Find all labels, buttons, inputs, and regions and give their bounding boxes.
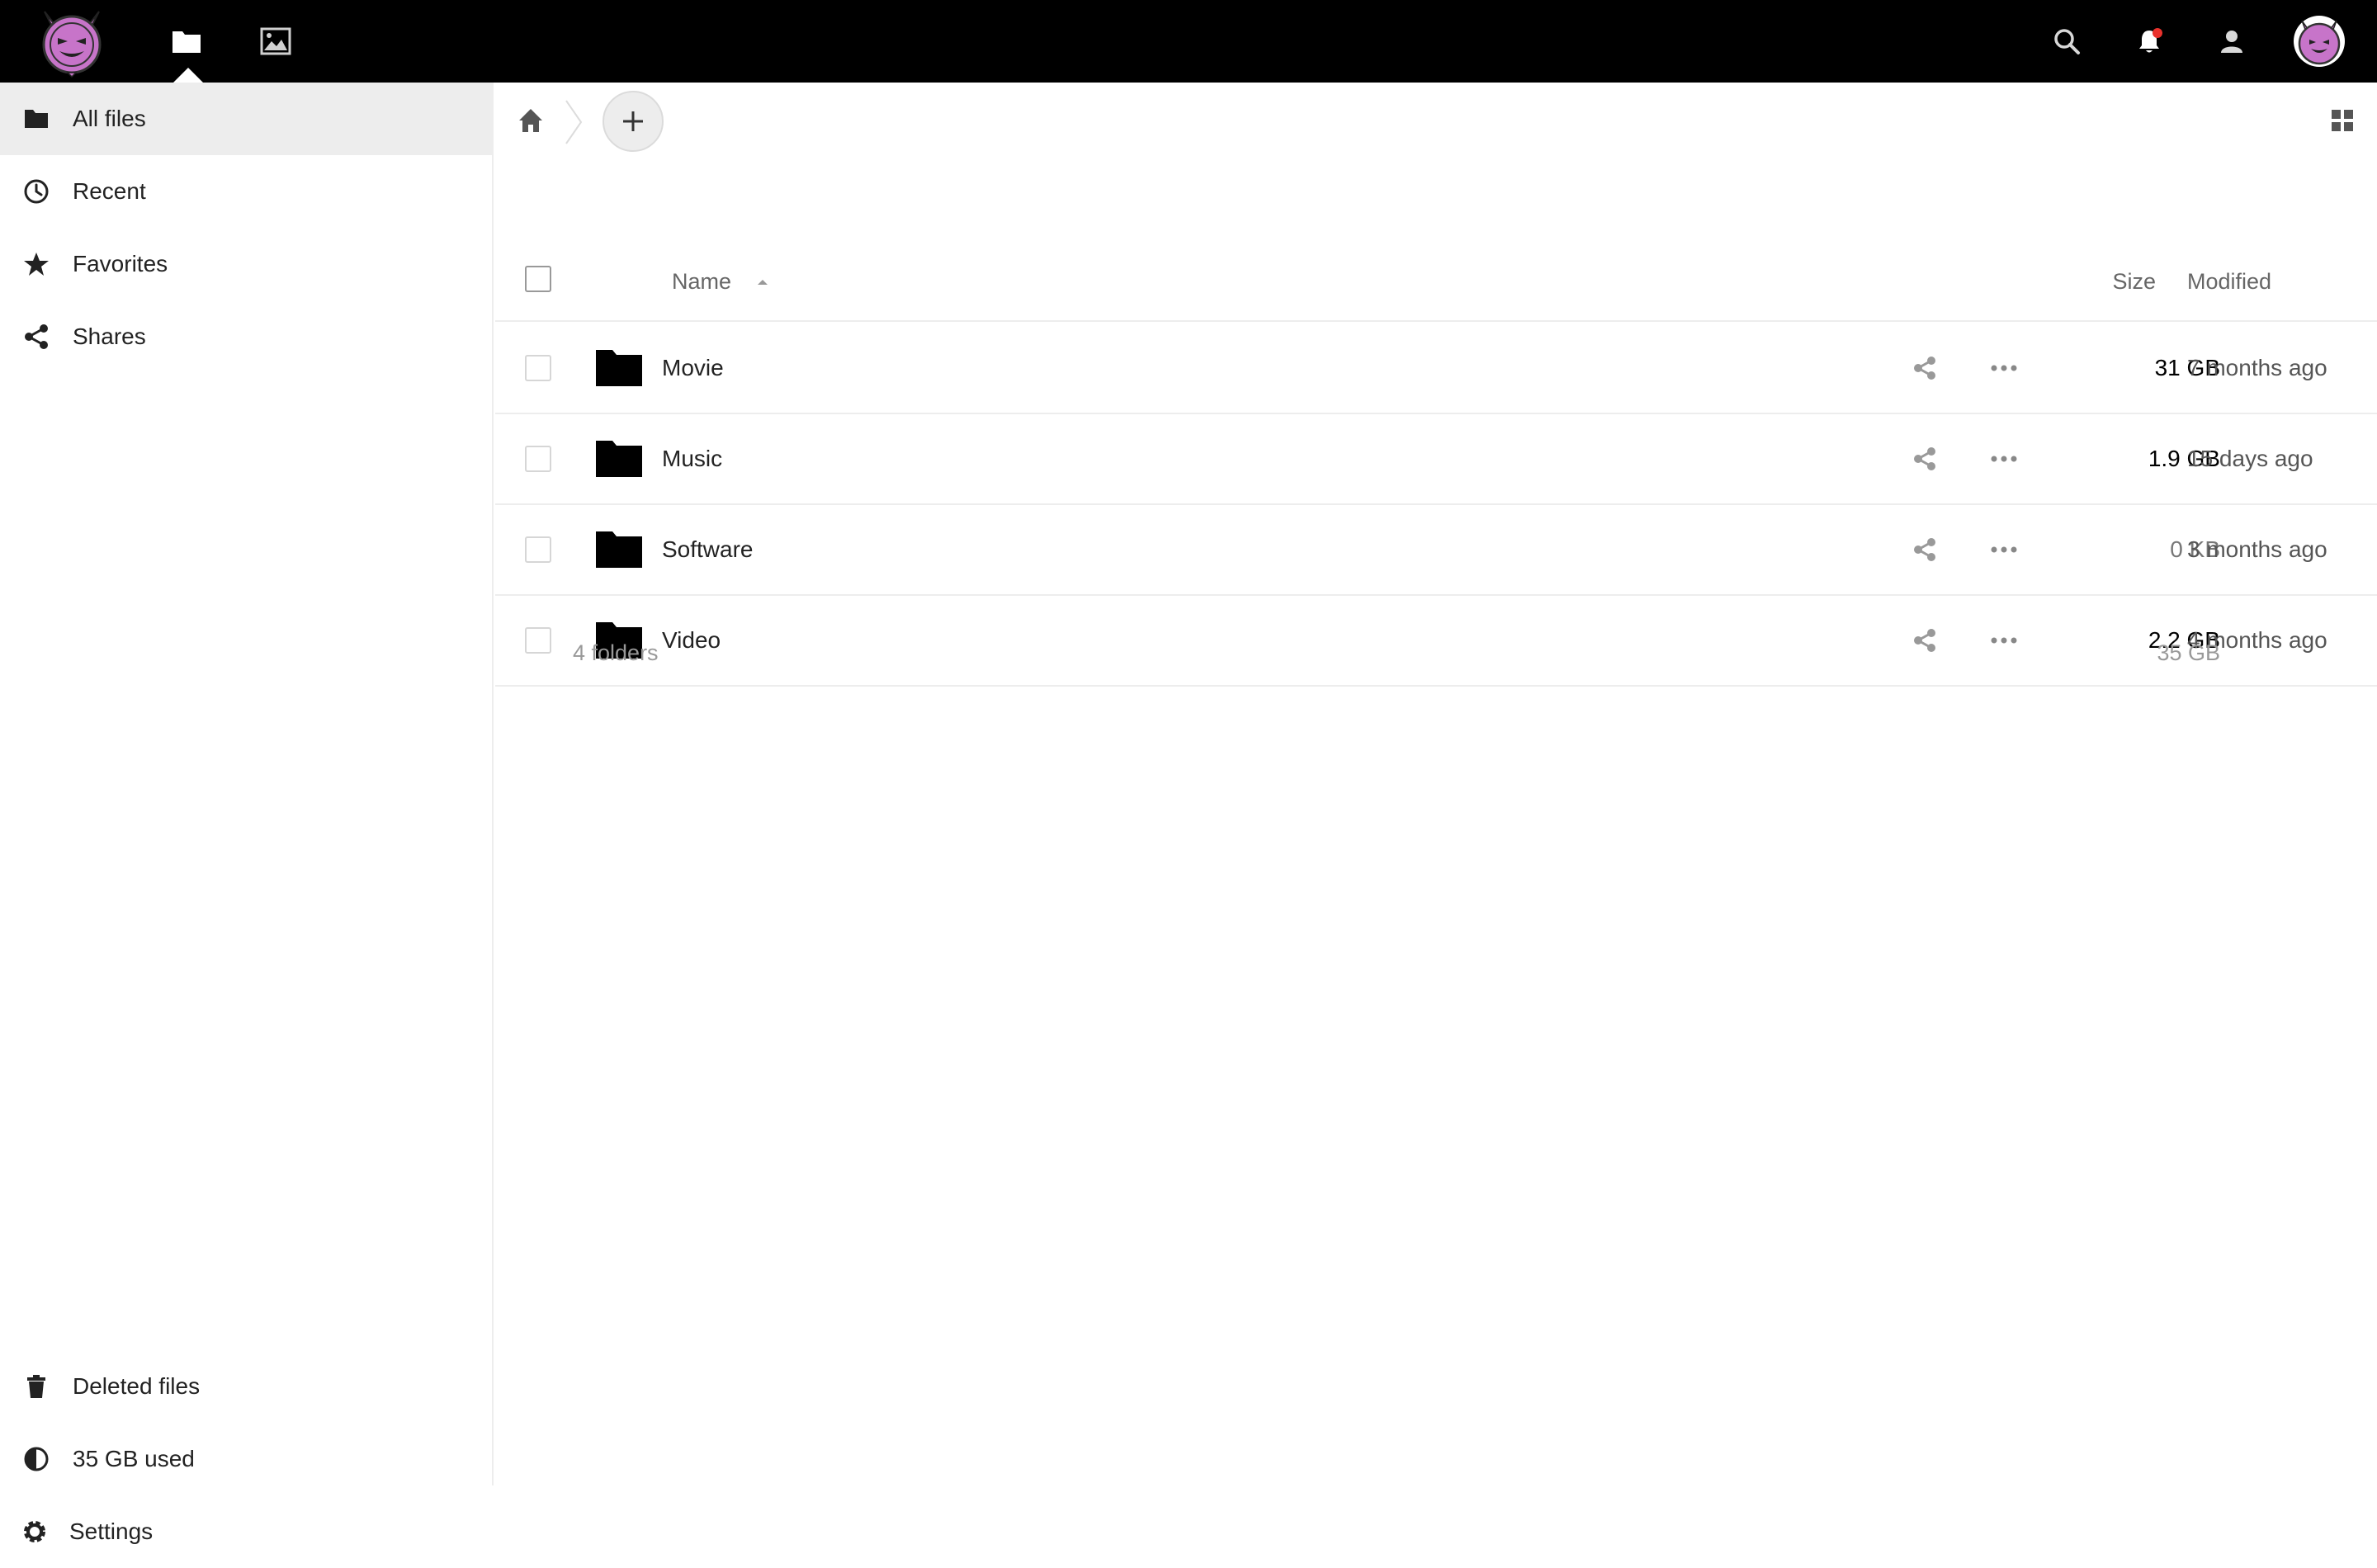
avatar: [2294, 16, 2345, 67]
contacts-icon: [2221, 31, 2242, 53]
share-icon: [0, 300, 73, 373]
sidebar-item-settings[interactable]: Settings: [0, 1495, 492, 1568]
more-actions-button[interactable]: [1986, 624, 2022, 657]
sidebar-item-label: Recent: [73, 178, 146, 204]
share-icon: [1914, 447, 1935, 470]
folder-icon: [0, 83, 73, 155]
pie-chart-icon: [0, 1423, 73, 1495]
new-file-button[interactable]: [603, 91, 664, 152]
notifications-button[interactable]: [2124, 17, 2174, 66]
star-icon: [0, 228, 73, 300]
file-name[interactable]: Video: [662, 627, 721, 654]
active-app-indicator: [173, 68, 203, 83]
sidebar-item-label: Deleted files: [73, 1373, 201, 1399]
trash-icon: [0, 1350, 73, 1423]
share-icon: [1914, 357, 1935, 380]
file-name[interactable]: Movie: [662, 355, 724, 381]
column-header-modified[interactable]: Modified: [2187, 269, 2271, 295]
sidebar-item-label: Favorites: [73, 251, 168, 276]
row-checkbox[interactable]: [525, 536, 551, 563]
column-header-size[interactable]: Size: [2057, 269, 2156, 295]
table-row[interactable]: Software 0 KB 3 months ago: [495, 505, 2377, 596]
quota-indicator: 35 GB used: [0, 1423, 492, 1495]
table-row[interactable]: Music 1.9 GB 15 days ago: [495, 414, 2377, 505]
file-modified: 7 months ago: [2187, 355, 2327, 380]
more-actions-button[interactable]: [1986, 352, 2022, 385]
grid-icon: [2332, 110, 2353, 131]
share-button[interactable]: [1908, 624, 1941, 657]
top-bar: [0, 0, 2377, 83]
summary-size: 35 GB: [2157, 640, 2220, 665]
row-checkbox[interactable]: [525, 355, 551, 381]
breadcrumb-home[interactable]: [510, 104, 551, 137]
summary-count: 4 folders: [573, 640, 659, 665]
row-checkbox[interactable]: [525, 627, 551, 654]
contacts-button[interactable]: [2207, 17, 2256, 66]
ellipsis-icon: [1991, 365, 2017, 371]
folder-icon: [172, 31, 201, 53]
logo[interactable]: [36, 3, 107, 78]
select-all-checkbox[interactable]: [525, 266, 551, 292]
breadcrumb-separator: [565, 100, 583, 144]
sidebar-item-label: All files: [73, 106, 146, 131]
file-modified: 3 months ago: [2187, 536, 2327, 562]
sidebar: All files Recent Favorites Shares Delete…: [0, 83, 494, 1544]
notification-badge: [2153, 28, 2162, 38]
sidebar-item-label: Shares: [73, 324, 146, 349]
ellipsis-icon: [1991, 637, 2017, 644]
image-icon: [260, 27, 291, 55]
search-button[interactable]: [2042, 17, 2091, 66]
sidebar-item-favorites[interactable]: Favorites: [0, 228, 492, 300]
plus-icon: [623, 111, 643, 131]
share-button[interactable]: [1908, 442, 1941, 475]
column-header-name[interactable]: Name: [672, 269, 731, 295]
share-button[interactable]: [1908, 533, 1941, 566]
app-photos[interactable]: [251, 17, 300, 66]
search-icon: [2054, 29, 2080, 54]
file-name[interactable]: Music: [662, 446, 722, 472]
folder-icon: [596, 350, 642, 386]
file-name[interactable]: Software: [662, 536, 754, 563]
sort-ascending-icon: [758, 280, 768, 285]
app-files[interactable]: [162, 17, 211, 66]
table-row[interactable]: Movie 31 GB 7 months ago: [495, 324, 2377, 414]
row-checkbox[interactable]: [525, 446, 551, 472]
folder-icon: [596, 531, 642, 568]
folder-icon: [596, 441, 642, 477]
sidebar-item-recent[interactable]: Recent: [0, 155, 492, 228]
gear-icon: [0, 1495, 69, 1568]
ellipsis-icon: [1991, 456, 2017, 462]
share-button[interactable]: [1908, 352, 1941, 385]
user-avatar[interactable]: [2290, 12, 2349, 71]
more-actions-button[interactable]: [1986, 533, 2022, 566]
sidebar-item-shares[interactable]: Shares: [0, 300, 492, 373]
clock-icon: [0, 155, 73, 228]
share-icon: [1914, 629, 1935, 652]
ellipsis-icon: [1991, 546, 2017, 553]
sidebar-item-all-files[interactable]: All files: [0, 83, 492, 155]
quota-label: 35 GB used: [73, 1446, 195, 1471]
sidebar-item-label: Settings: [69, 1518, 154, 1544]
more-actions-button[interactable]: [1986, 442, 2022, 475]
sidebar-item-deleted-files[interactable]: Deleted files: [0, 1350, 492, 1423]
file-modified: 15 days ago: [2187, 446, 2313, 471]
grid-view-toggle[interactable]: [2324, 102, 2360, 139]
file-list-area: Name Size Modified Movie 31 GB 7 months …: [495, 83, 2377, 1485]
share-icon: [1914, 538, 1935, 561]
home-icon: [519, 109, 542, 132]
